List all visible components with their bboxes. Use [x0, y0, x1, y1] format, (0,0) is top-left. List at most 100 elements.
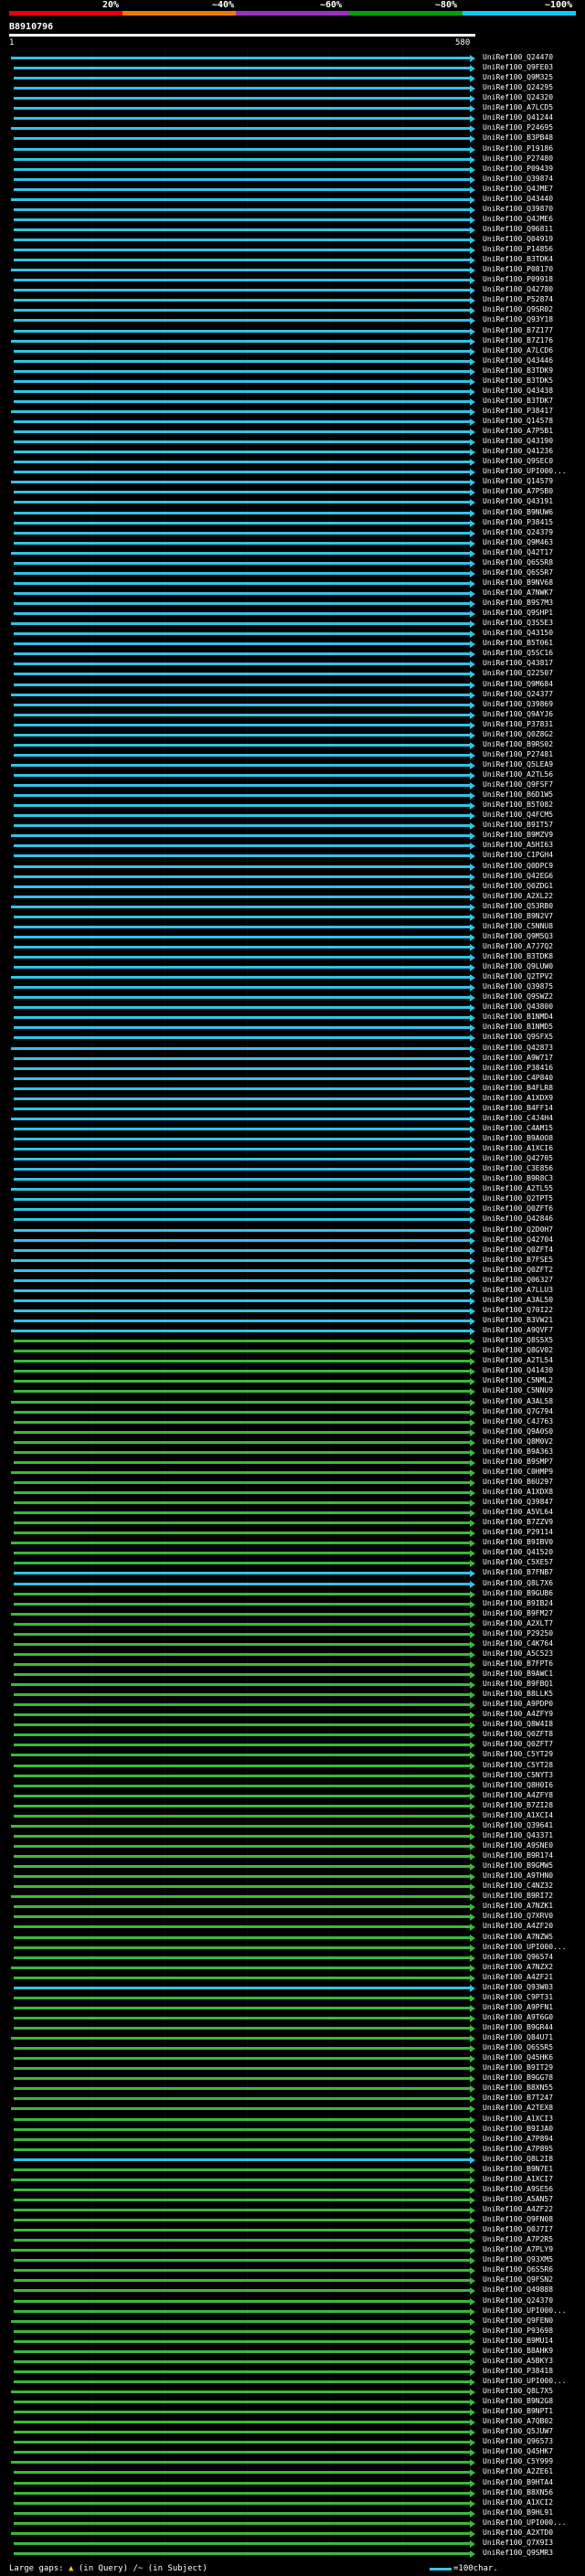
- hit-id-link[interactable]: UniRef100_A1XCI4: [483, 1811, 553, 1820]
- hit-alignment-bar[interactable]: [14, 2541, 470, 2545]
- hit-alignment-bar[interactable]: [14, 1268, 470, 1272]
- hit-id-link[interactable]: UniRef100_A5VL64: [483, 1508, 553, 1517]
- hit-alignment-bar[interactable]: [14, 430, 470, 434]
- hit-alignment-bar[interactable]: [14, 2279, 470, 2283]
- hit-id-link[interactable]: UniRef100_Q24377: [483, 690, 553, 699]
- hit-row[interactable]: UniRef100_A1XCI7: [0, 2175, 585, 2184]
- hit-id-link[interactable]: UniRef100_B1NMD4: [483, 1012, 553, 1022]
- hit-id-link[interactable]: UniRef100_B3PB48: [483, 133, 553, 143]
- hit-row[interactable]: UniRef100_Q14578: [0, 417, 585, 427]
- hit-alignment-bar[interactable]: [14, 2309, 470, 2313]
- hit-row[interactable]: UniRef100_A9T6G0: [0, 2013, 585, 2022]
- hit-row[interactable]: UniRef100_Q4FCM5: [0, 811, 585, 821]
- hit-alignment-bar[interactable]: [14, 399, 470, 403]
- hit-row[interactable]: UniRef100_Q41236: [0, 447, 585, 457]
- hit-id-link[interactable]: UniRef100_Q9FN08: [483, 2215, 553, 2224]
- hit-id-link[interactable]: UniRef100_B9R174: [483, 1851, 553, 1860]
- hit-alignment-bar[interactable]: [14, 451, 470, 454]
- hit-alignment-bar[interactable]: [11, 409, 470, 413]
- hit-row[interactable]: UniRef100_Q42780: [0, 285, 585, 295]
- hit-row[interactable]: UniRef100_Q43440: [0, 195, 585, 204]
- hit-id-link[interactable]: UniRef100_B7T247: [483, 2094, 553, 2103]
- hit-row[interactable]: UniRef100_Q49888: [0, 2285, 585, 2295]
- hit-alignment-bar[interactable]: [14, 259, 470, 262]
- hit-row[interactable]: UniRef100_C5NYT3: [0, 1771, 585, 1780]
- hit-alignment-bar[interactable]: [14, 1056, 470, 1060]
- hit-alignment-bar[interactable]: [11, 2531, 470, 2535]
- hit-alignment-bar[interactable]: [14, 1440, 470, 1444]
- hit-alignment-bar[interactable]: [14, 1572, 470, 1575]
- hit-alignment-bar[interactable]: [14, 2168, 470, 2171]
- hit-alignment-bar[interactable]: [14, 1794, 470, 1797]
- hit-id-link[interactable]: UniRef100_B8XN55: [483, 2083, 553, 2093]
- hit-id-link[interactable]: UniRef100_P29114: [483, 1528, 553, 1537]
- hit-row[interactable]: UniRef100_A5AN57: [0, 2195, 585, 2204]
- hit-row[interactable]: UniRef100_C4J4H4: [0, 1114, 585, 1123]
- hit-alignment-bar[interactable]: [14, 743, 470, 747]
- hit-alignment-bar[interactable]: [14, 1552, 470, 1555]
- hit-row[interactable]: UniRef100_Q43191: [0, 497, 585, 507]
- hit-alignment-bar[interactable]: [14, 1996, 470, 1999]
- hit-id-link[interactable]: UniRef100_Q9SMR3: [483, 2549, 553, 2558]
- hit-row[interactable]: UniRef100_Q0J7I7: [0, 2225, 585, 2235]
- hit-row[interactable]: UniRef100_Q6S5R8: [0, 558, 585, 567]
- hit-alignment-bar[interactable]: [14, 1178, 470, 1182]
- hit-alignment-bar[interactable]: [14, 703, 470, 706]
- hit-alignment-bar[interactable]: [14, 1723, 470, 1727]
- hit-id-link[interactable]: UniRef100_Q39870: [483, 205, 553, 214]
- hit-id-link[interactable]: UniRef100_Q0ZDG1: [483, 882, 553, 891]
- hit-row[interactable]: UniRef100_B9NV68: [0, 578, 585, 588]
- hit-id-link[interactable]: UniRef100_B9R8C3: [483, 1174, 553, 1183]
- hit-alignment-bar[interactable]: [14, 1107, 470, 1110]
- hit-id-link[interactable]: UniRef100_Q9SEC0: [483, 457, 553, 466]
- hit-row[interactable]: UniRef100_Q9FE03: [0, 63, 585, 73]
- hit-row[interactable]: UniRef100_B5T082: [0, 800, 585, 811]
- hit-alignment-bar[interactable]: [14, 642, 470, 646]
- hit-alignment-bar[interactable]: [14, 1814, 470, 1818]
- hit-id-link[interactable]: UniRef100_A3AL50: [483, 1296, 553, 1305]
- hit-id-link[interactable]: UniRef100_A4ZF21: [483, 1973, 553, 1982]
- hit-id-link[interactable]: UniRef100_B8XN56: [483, 2488, 553, 2497]
- hit-row[interactable]: UniRef100_A9SNE0: [0, 1841, 585, 1850]
- hit-id-link[interactable]: UniRef100_A5AN57: [483, 2195, 553, 2204]
- hit-alignment-bar[interactable]: [14, 1976, 470, 1979]
- hit-row[interactable]: UniRef100_B9GMW5: [0, 1861, 585, 1871]
- hit-id-link[interactable]: UniRef100_B9N2V7: [483, 912, 553, 921]
- hit-id-link[interactable]: UniRef100_Q43191: [483, 497, 553, 506]
- hit-alignment-bar[interactable]: [14, 157, 470, 161]
- hit-id-link[interactable]: UniRef100_B9RS02: [483, 740, 553, 749]
- hit-alignment-bar[interactable]: [11, 2178, 470, 2181]
- hit-alignment-bar[interactable]: [11, 905, 470, 908]
- hit-id-link[interactable]: UniRef100_A7LCD6: [483, 346, 553, 355]
- hit-id-link[interactable]: UniRef100_Q39641: [483, 1821, 553, 1830]
- hit-row[interactable]: UniRef100_B9N2V7: [0, 912, 585, 921]
- hit-alignment-bar[interactable]: [14, 2147, 470, 2151]
- hit-alignment-bar[interactable]: [14, 915, 470, 918]
- hit-alignment-bar[interactable]: [11, 1683, 470, 1687]
- hit-id-link[interactable]: UniRef100_B7FPT6: [483, 1659, 553, 1669]
- hit-row[interactable]: UniRef100_Q45HK7: [0, 2447, 585, 2457]
- hit-row[interactable]: UniRef100_UPI000...: [0, 1943, 585, 1952]
- hit-alignment-bar[interactable]: [14, 1097, 470, 1100]
- hit-row[interactable]: UniRef100_Q8M0V2: [0, 1437, 585, 1447]
- hit-id-link[interactable]: UniRef100_P38418: [483, 2367, 553, 2376]
- hit-alignment-bar[interactable]: [11, 1400, 470, 1404]
- hit-row[interactable]: UniRef100_Q6S5R6: [0, 2265, 585, 2275]
- hit-id-link[interactable]: UniRef100_Q42705: [483, 1154, 553, 1163]
- hit-id-link[interactable]: UniRef100_A4ZF22: [483, 2205, 553, 2214]
- hit-id-link[interactable]: UniRef100_Q04919: [483, 235, 553, 244]
- hit-id-link[interactable]: UniRef100_B4FF14: [483, 1104, 553, 1113]
- hit-alignment-bar[interactable]: [14, 2259, 470, 2263]
- hit-alignment-bar[interactable]: [14, 581, 470, 585]
- hit-alignment-bar[interactable]: [14, 2369, 470, 2373]
- hit-alignment-bar[interactable]: [14, 2491, 470, 2495]
- hit-id-link[interactable]: UniRef100_P09439: [483, 164, 553, 174]
- hit-row[interactable]: UniRef100_Q9SEC0: [0, 457, 585, 467]
- hit-alignment-bar[interactable]: [14, 97, 470, 101]
- hit-id-link[interactable]: UniRef100_A7P895: [483, 2145, 553, 2154]
- hit-row[interactable]: UniRef100_Q9FSF7: [0, 780, 585, 790]
- hit-alignment-bar[interactable]: [14, 935, 470, 938]
- hit-row[interactable]: UniRef100_Q0ZFT8: [0, 1730, 585, 1740]
- hit-id-link[interactable]: UniRef100_Q41236: [483, 447, 553, 456]
- hit-row[interactable]: UniRef100_Q41430: [0, 1366, 585, 1376]
